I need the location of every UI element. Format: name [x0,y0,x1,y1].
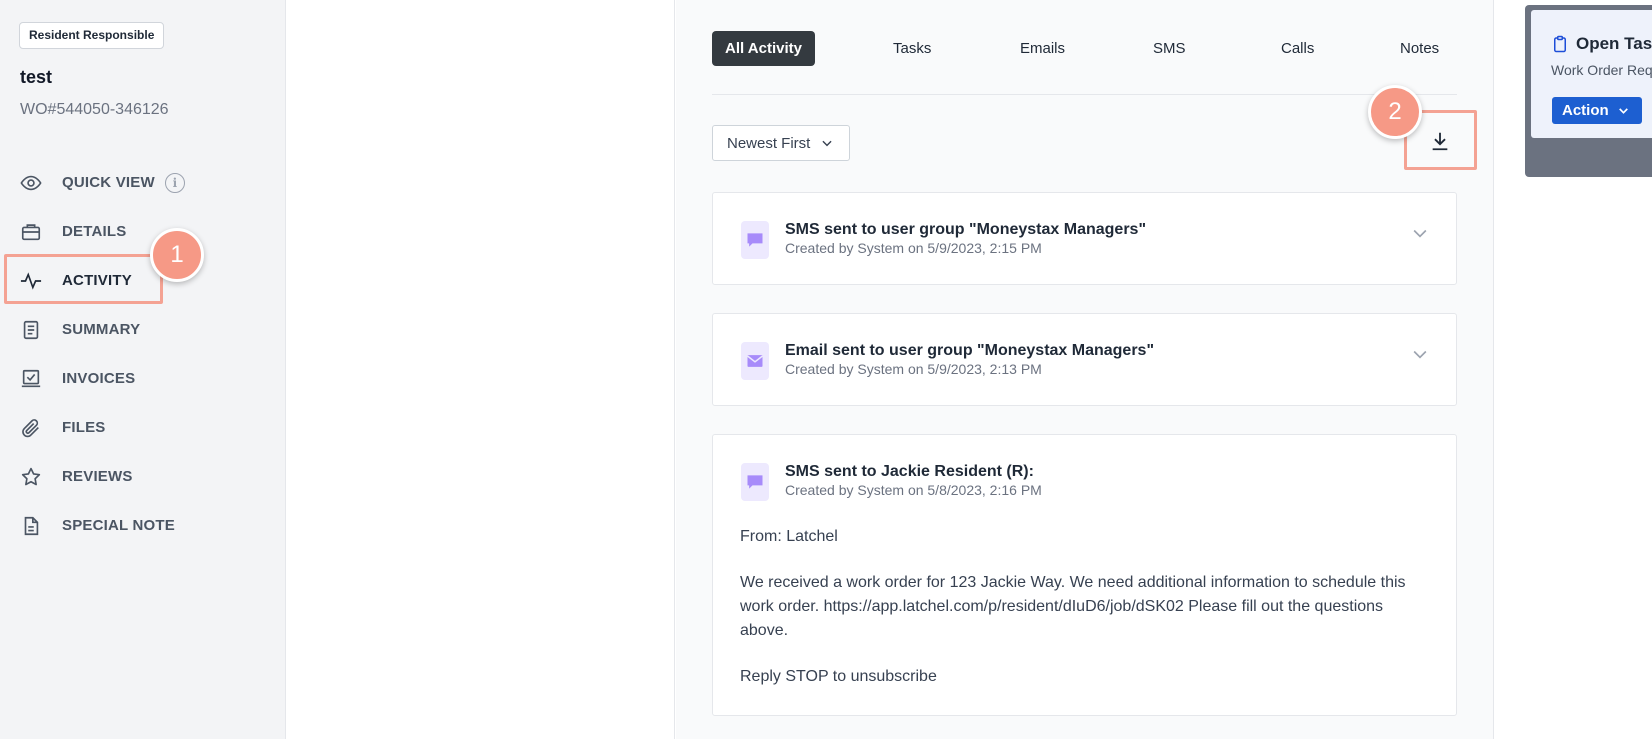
entry-subtitle: Created by System on 5/9/2023, 2:13 PM [785,361,1042,377]
chevron-down-icon [1617,104,1630,117]
sidebar-item-label: SUMMARY [62,321,141,338]
activity-entry: Email sent to user group "Moneystax Mana… [712,313,1457,406]
activity-highlight-box [4,254,163,304]
step-callout-2: 2 [1368,85,1422,139]
sidebar-item-quick-view[interactable]: QUICK VIEW i [0,158,286,207]
sidebar-item-label: SPECIAL NOTE [62,517,175,534]
entry-body-message: We received a work order for 123 Jackie … [740,574,1406,639]
sidebar-item-special-note[interactable]: SPECIAL NOTE [0,501,286,550]
action-button-label: Action [1562,102,1609,119]
briefcase-icon [20,221,42,243]
info-icon[interactable]: i [164,172,185,193]
sidebar-item-details[interactable]: DETAILS [0,207,286,256]
sidebar: Resident Responsible test WO#544050-3461… [0,0,286,739]
task-title: Open Task: [1551,34,1652,54]
eye-icon [20,172,42,194]
message-icon [741,221,769,259]
message-icon [741,463,769,501]
activity-tabs: All Activity Tasks Emails SMS Calls Note… [712,31,1443,66]
sidebar-item-label: DETAILS [62,223,127,240]
entry-title: Email sent to user group "Moneystax Mana… [785,342,1155,359]
sidebar-item-label: QUICK VIEW [62,174,155,191]
document-icon [20,319,42,341]
responsibility-badge: Resident Responsible [19,22,165,49]
entry-body-from: From: Latchel [740,528,838,545]
entry-title: SMS sent to user group "Moneystax Manage… [785,221,1147,238]
activity-entry: SMS sent to Jackie Resident (R): Created… [712,434,1457,716]
entry-subtitle: Created by System on 5/8/2023, 2:16 PM [785,482,1042,498]
sort-dropdown-label: Newest First [727,134,811,152]
star-icon [20,466,42,488]
sidebar-nav: QUICK VIEW i DETAILS ACTIVITY SUMMARY IN… [0,158,286,550]
task-panel: Open Task: Work Order Req Action [1525,5,1652,177]
activity-entry: SMS sent to user group "Moneystax Manage… [712,192,1457,285]
work-order-number: WO#544050-346126 [20,101,169,118]
chevron-down-icon[interactable] [1410,223,1430,243]
sidebar-item-files[interactable]: FILES [0,403,286,452]
tabs-divider [712,94,1457,95]
sidebar-item-reviews[interactable]: REVIEWS [0,452,286,501]
chevron-down-icon [820,136,834,150]
note-icon [20,515,42,537]
entry-body-footer: Reply STOP to unsubscribe [740,668,937,685]
sort-dropdown[interactable]: Newest First [712,125,850,161]
invoice-icon [20,368,42,390]
entry-title: SMS sent to Jackie Resident (R): [785,463,1034,480]
sidebar-item-label: INVOICES [62,370,136,387]
action-button[interactable]: Action [1552,97,1642,124]
entry-body: From: Latchel We received a work order f… [740,525,1420,711]
tab-tasks[interactable]: Tasks [893,31,931,66]
tab-calls[interactable]: Calls [1281,31,1314,66]
clipboard-icon [1551,34,1569,54]
mail-icon [741,342,769,380]
sidebar-item-label: FILES [62,419,106,436]
task-subtitle: Work Order Req [1551,62,1652,78]
chevron-down-icon[interactable] [1410,344,1430,364]
entry-subtitle: Created by System on 5/9/2023, 2:15 PM [785,240,1042,256]
tab-notes[interactable]: Notes [1400,31,1439,66]
step-callout-1: 1 [150,228,204,282]
work-order-title: test [20,67,53,87]
tab-all-activity[interactable]: All Activity [712,31,815,66]
open-task-card: Open Task: Work Order Req Action [1531,10,1652,138]
paperclip-icon [20,417,42,439]
task-title-text: Open Task: [1576,34,1652,53]
sidebar-item-summary[interactable]: SUMMARY [0,305,286,354]
blank-panel [286,0,675,739]
sidebar-item-label: REVIEWS [62,468,133,485]
tab-sms[interactable]: SMS [1153,31,1186,66]
sidebar-item-invoices[interactable]: INVOICES [0,354,286,403]
tab-emails[interactable]: Emails [1020,31,1065,66]
